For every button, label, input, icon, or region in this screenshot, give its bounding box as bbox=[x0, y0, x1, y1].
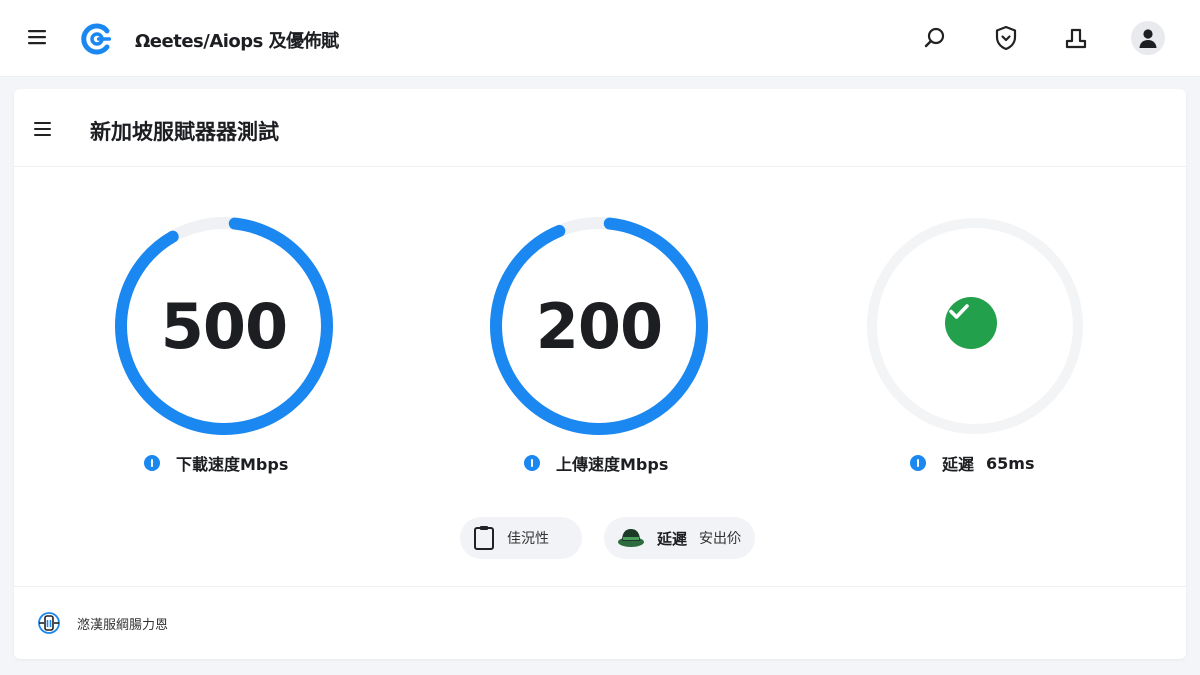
check-icon bbox=[945, 297, 997, 349]
second-action-strong: 延遲 bbox=[657, 529, 688, 548]
download-gauge: 500 bbox=[111, 213, 337, 439]
first-action-button[interactable]: 佳況性 bbox=[460, 517, 582, 559]
info-icon bbox=[910, 455, 926, 471]
latency-value: 65ms bbox=[986, 453, 1035, 473]
upload-label: 上傳速度Mbps bbox=[524, 451, 668, 475]
speed-test-card: 新加坡服賦器器測試 500 下載速度Mbps 200 上傳速度Mbps 延遲 6… bbox=[14, 89, 1186, 659]
divider bbox=[14, 166, 1186, 167]
user-icon bbox=[1139, 29, 1157, 48]
upload-label-text: 上傳速度Mbps bbox=[556, 455, 669, 474]
footer-text: 滺漢服綱腸力恩 bbox=[77, 618, 169, 633]
info-icon bbox=[524, 455, 540, 471]
search-icon[interactable] bbox=[919, 22, 951, 54]
user-avatar[interactable] bbox=[1131, 21, 1165, 55]
upload-value: 200 bbox=[535, 289, 663, 363]
page-title: 新加坡服賦器器測試 bbox=[90, 120, 279, 144]
download-value: 500 bbox=[160, 289, 288, 363]
download-label: 下載速度Mbps bbox=[144, 451, 288, 475]
app-logo-icon[interactable] bbox=[80, 22, 114, 56]
clipboard-icon bbox=[473, 525, 495, 551]
latency-label-text: 延遲 bbox=[942, 455, 975, 474]
shield-icon[interactable] bbox=[990, 22, 1022, 54]
upload-gauge: 200 bbox=[486, 213, 712, 439]
second-action-button[interactable]: 延遲 安出伱 bbox=[604, 517, 755, 559]
latency-label: 延遲 65ms bbox=[910, 451, 1034, 475]
hat-icon bbox=[617, 526, 645, 550]
menu-icon[interactable] bbox=[27, 27, 47, 47]
divider bbox=[14, 586, 1186, 587]
share-icon[interactable] bbox=[1060, 22, 1092, 54]
network-icon bbox=[36, 610, 62, 636]
info-icon bbox=[144, 455, 160, 471]
second-action-label: 安出伱 bbox=[699, 531, 742, 547]
card-menu-icon[interactable] bbox=[33, 120, 53, 138]
first-action-label: 佳況性 bbox=[507, 531, 549, 547]
top-bar: Ωeetes/Aiops 及優佈賦 bbox=[0, 0, 1200, 77]
app-title: Ωeetes/Aiops 及優佈賦 bbox=[135, 31, 339, 52]
latency-gauge bbox=[862, 213, 1088, 439]
download-label-text: 下載速度Mbps bbox=[176, 455, 289, 474]
